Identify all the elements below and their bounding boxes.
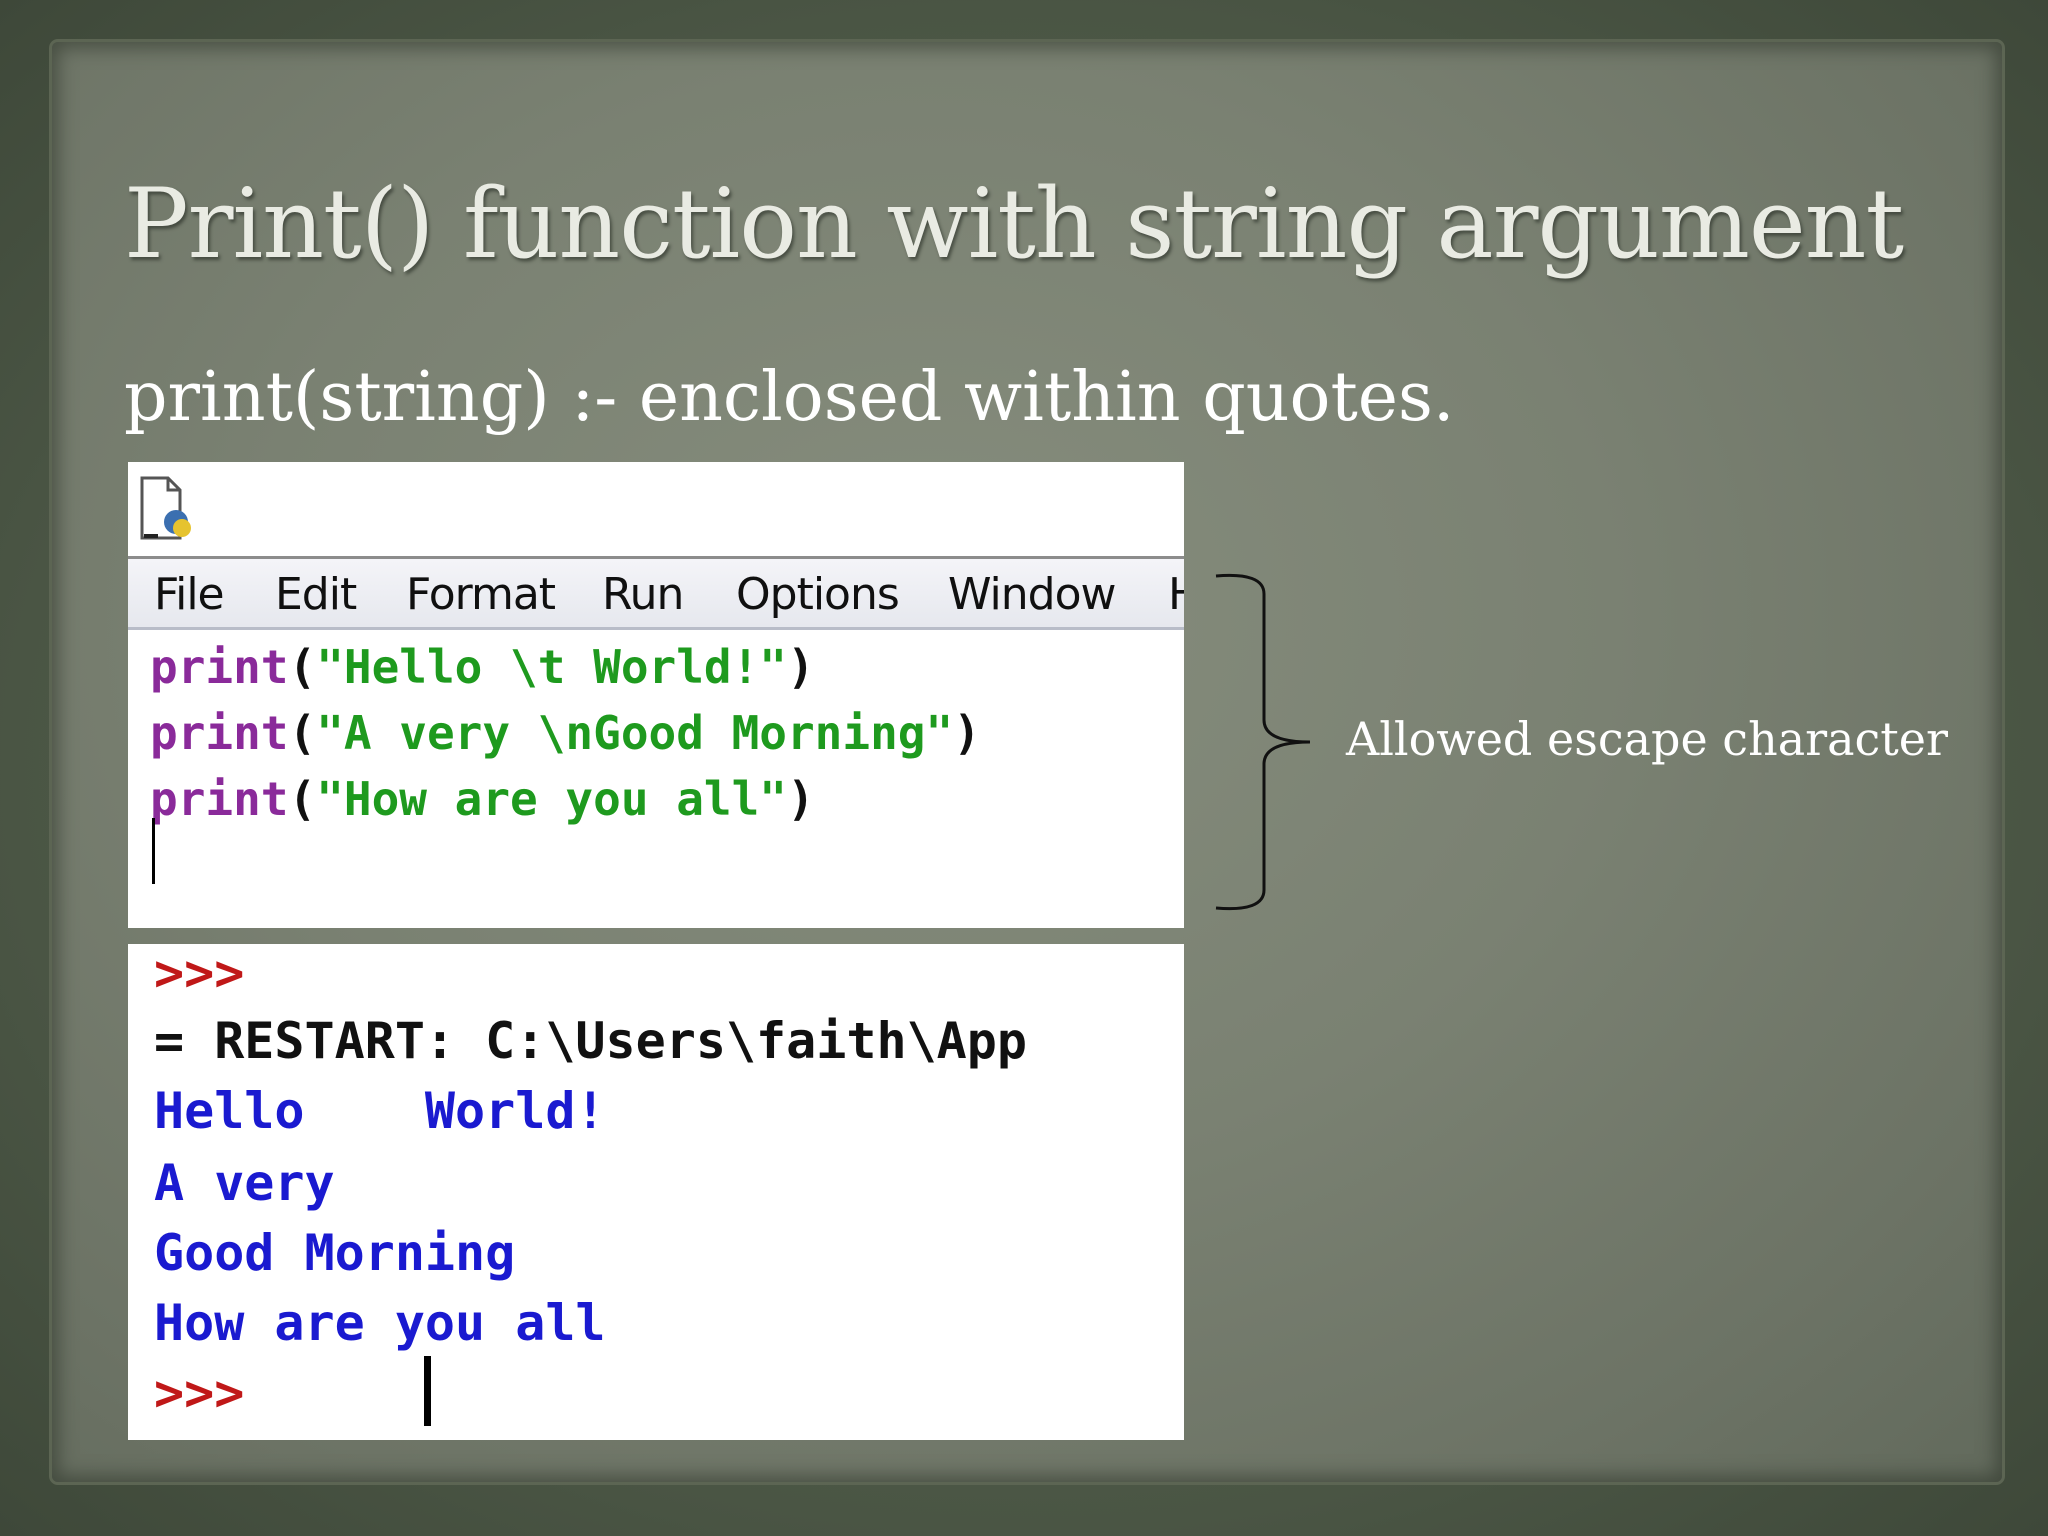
- menu-options[interactable]: Options: [736, 569, 900, 620]
- shell-prompt: >>>: [154, 944, 245, 1002]
- menu-format[interactable]: Format: [406, 569, 556, 620]
- code-paren: (: [288, 706, 317, 760]
- code-keyword: print: [150, 640, 289, 694]
- code-paren: (: [288, 640, 317, 694]
- shell-cursor: [424, 1356, 431, 1426]
- annotation-label: Allowed escape character: [1346, 712, 1948, 766]
- shell-prompt: >>>: [154, 1364, 245, 1422]
- slide-title: Print() function with string argument: [124, 168, 1904, 280]
- menu-file[interactable]: File: [154, 569, 225, 620]
- shell-output-line: Good Morning: [154, 1224, 516, 1282]
- idle-file-icon: [140, 476, 191, 540]
- menu-help[interactable]: H: [1168, 569, 1184, 620]
- code-paren: ): [787, 640, 815, 694]
- text-cursor: [152, 818, 155, 884]
- code-line: print("How are you all"): [150, 772, 815, 826]
- shell-output-line: A very: [154, 1154, 335, 1212]
- editor-code-area[interactable]: print("Hello \t World!") print("A very \…: [132, 630, 1184, 926]
- shell-output-line: How are you all: [154, 1294, 606, 1352]
- code-keyword: print: [150, 706, 289, 760]
- idle-shell-screenshot: >>> = RESTART: C:\Users\faith\App Hello …: [128, 944, 1184, 1440]
- menu-run[interactable]: Run: [602, 569, 684, 620]
- code-paren: ): [787, 772, 815, 826]
- shell-restart-line: = RESTART: C:\Users\faith\App: [154, 1012, 1027, 1070]
- shell-output-line: Hello World!: [154, 1082, 606, 1140]
- slide-subtitle: print(string) :- enclosed within quotes.: [124, 358, 1455, 437]
- editor-titlebar: [128, 462, 1184, 559]
- idle-editor-screenshot: File Edit Format Run Options Window H pr…: [128, 462, 1184, 928]
- editor-menubar: File Edit Format Run Options Window H: [128, 559, 1184, 630]
- code-paren: (: [288, 772, 317, 826]
- code-string: "How are you all": [316, 772, 787, 826]
- menu-edit[interactable]: Edit: [275, 569, 357, 620]
- code-string: "Hello \t World!": [316, 640, 787, 694]
- menu-window[interactable]: Window: [948, 569, 1116, 620]
- code-string: "A very \nGood Morning": [316, 706, 954, 760]
- code-line: print("Hello \t World!"): [150, 640, 815, 694]
- curly-brace-icon: [1215, 573, 1310, 911]
- code-paren: ): [953, 706, 981, 760]
- code-keyword: print: [150, 772, 289, 826]
- code-line: print("A very \nGood Morning"): [150, 706, 981, 760]
